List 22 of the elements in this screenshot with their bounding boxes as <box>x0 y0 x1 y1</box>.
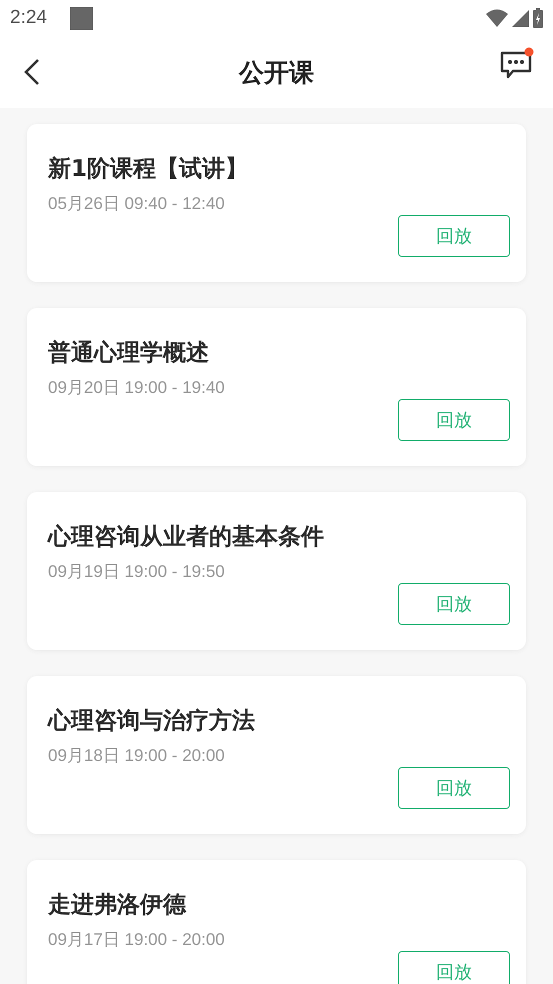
signal-icon <box>512 10 529 26</box>
message-icon[interactable] <box>499 47 535 81</box>
course-title: 走进弗洛伊德 <box>48 891 188 920</box>
course-title: 心理咨询从业者的基本条件 <box>48 523 325 552</box>
course-time: 09月19日 19:00 - 19:50 <box>48 561 226 583</box>
course-card[interactable]: 心理咨询与治疗方法 09月18日 19:00 - 20:00 回放 <box>27 676 526 834</box>
battery-icon <box>533 8 543 28</box>
course-time: 09月17日 19:00 - 20:00 <box>48 929 226 951</box>
course-card[interactable]: 走进弗洛伊德 09月17日 19:00 - 20:00 回放 <box>27 860 526 984</box>
course-card[interactable]: 心理咨询从业者的基本条件 09月19日 19:00 - 19:50 回放 <box>27 492 526 650</box>
course-time: 09月18日 19:00 - 20:00 <box>48 745 226 767</box>
status-time: 2:24 <box>10 7 47 29</box>
course-title: 心理咨询与治疗方法 <box>48 707 256 736</box>
course-card[interactable]: 普通心理学概述 09月20日 19:00 - 19:40 回放 <box>27 308 526 466</box>
course-title: 新1阶课程【试讲】 <box>48 155 250 184</box>
course-title: 普通心理学概述 <box>48 338 210 368</box>
page-title: 公开课 <box>239 58 314 86</box>
course-time: 09月20日 19:00 - 19:40 <box>48 377 226 399</box>
course-time: 05月26日 09:40 - 12:40 <box>48 193 226 215</box>
notification-icon <box>70 6 93 30</box>
wifi-icon <box>486 9 508 27</box>
course-card[interactable]: 新1阶课程【试讲】 05月26日 09:40 - 12:40 回放 <box>27 124 526 282</box>
